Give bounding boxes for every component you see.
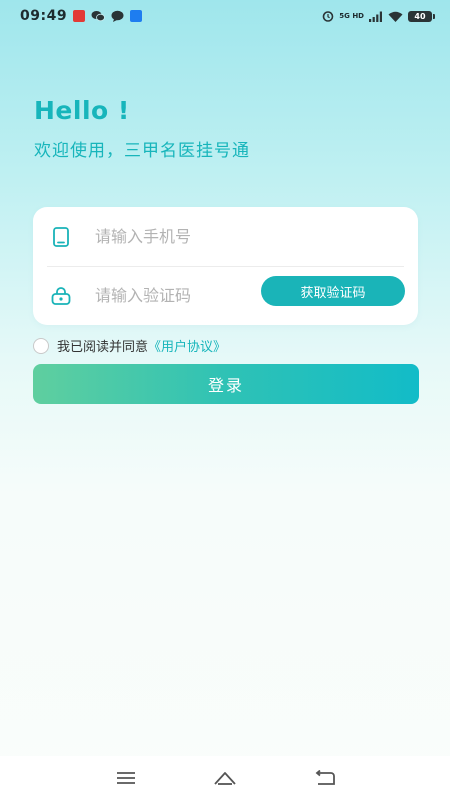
welcome-text: 欢迎使用，三甲名医挂号通 [34, 141, 250, 161]
greeting-title: Hello ! [34, 96, 130, 125]
alarm-icon [322, 7, 334, 26]
battery-indicator: 40 [408, 10, 435, 22]
menu-icon[interactable] [113, 766, 139, 790]
user-agreement-link[interactable]: 《用户协议》 [148, 336, 226, 355]
agreement-row: 我已阅读并同意 《用户协议》 [33, 336, 226, 355]
code-row: 获取验证码 [33, 266, 418, 325]
verification-code-input[interactable] [95, 280, 265, 311]
agreement-checkbox[interactable] [33, 337, 49, 354]
signal-icon [369, 7, 383, 26]
wechat-icon [91, 7, 105, 26]
status-time: 09:49 [20, 8, 68, 24]
phone-input[interactable] [95, 221, 265, 252]
lock-icon [50, 285, 72, 307]
message-icon [111, 7, 124, 26]
status-left: 09:49 [20, 7, 143, 26]
status-bar: 09:49 5G HD 40 [0, 0, 450, 32]
network-type: 5G HD [339, 11, 364, 20]
back-icon[interactable] [312, 766, 338, 790]
login-form-card: 获取验证码 [33, 207, 418, 325]
wifi-icon [388, 7, 403, 26]
phone-icon [50, 226, 72, 248]
login-button[interactable]: 登录 [33, 364, 419, 404]
home-icon[interactable] [212, 766, 238, 790]
zhihu-icon [130, 10, 143, 22]
phone-row [33, 207, 418, 266]
status-right: 5G HD 40 [322, 7, 435, 26]
agreement-text: 我已阅读并同意 [57, 340, 149, 355]
get-code-button[interactable]: 获取验证码 [261, 276, 405, 306]
system-nav-bar [0, 756, 450, 800]
netease-music-icon [73, 10, 86, 22]
